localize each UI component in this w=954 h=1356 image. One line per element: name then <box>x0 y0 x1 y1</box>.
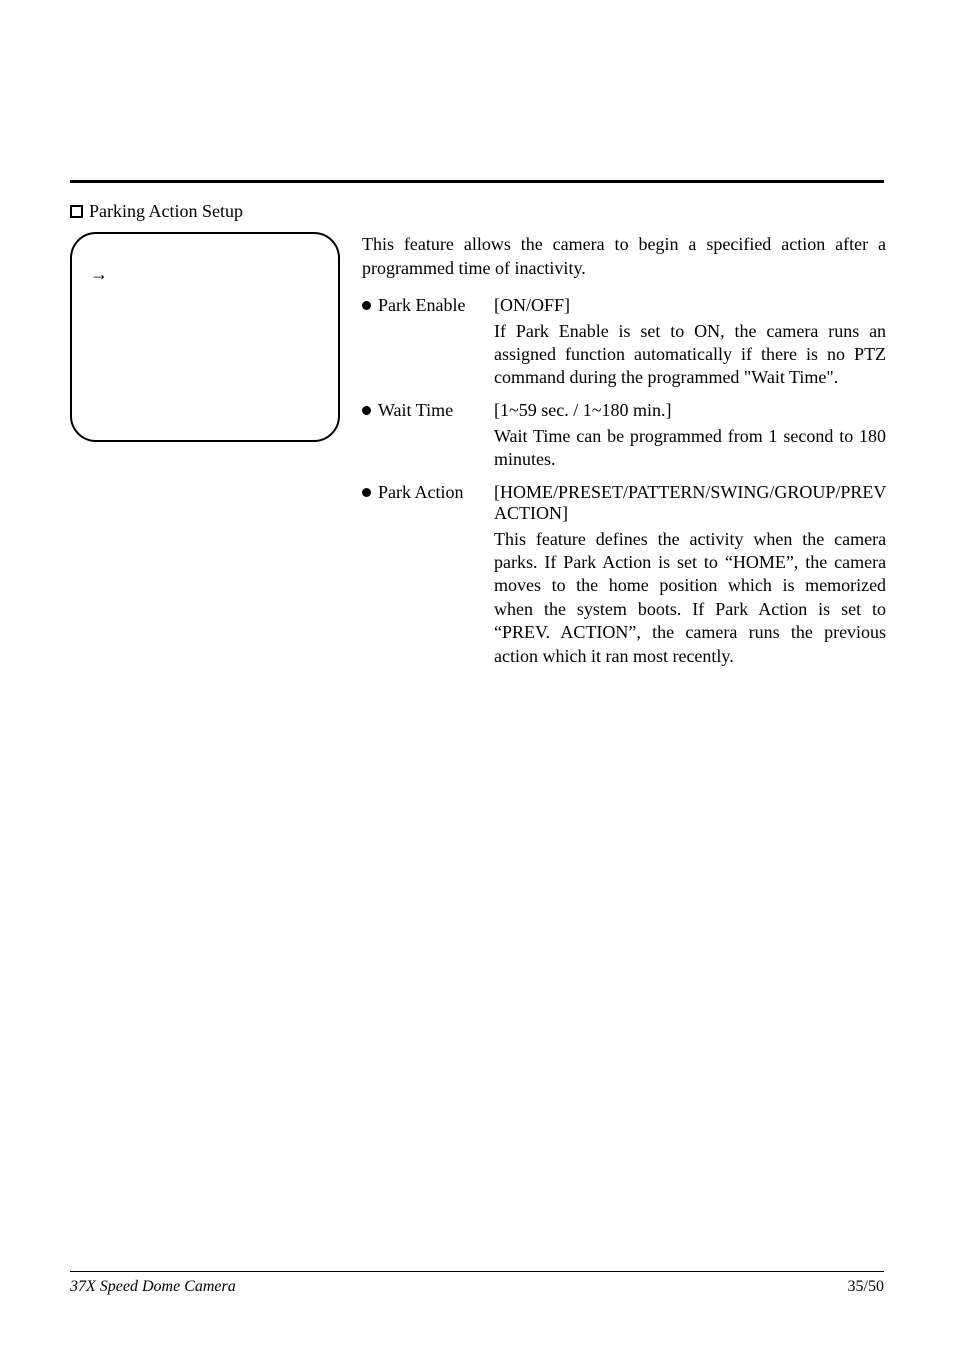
bullet-icon <box>362 406 371 415</box>
item-label-text: Park Action <box>378 482 464 503</box>
item-body: [ON/OFF] If Park Enable is set to ON, th… <box>494 295 886 390</box>
top-divider <box>70 180 884 183</box>
item-value: [HOME/PRESET/PATTERN/SWING/GROUP/PREV AC… <box>494 482 886 524</box>
footer: 37X Speed Dome Camera 35/50 <box>70 1271 884 1296</box>
side-box: → <box>70 232 340 442</box>
item-desc: This feature defines the activity when t… <box>494 528 886 668</box>
item-label: Wait Time <box>362 400 494 421</box>
item-value: [ON/OFF] <box>494 295 886 316</box>
item-park-action: Park Action [HOME/PRESET/PATTERN/SWING/G… <box>362 482 886 668</box>
item-park-enable: Park Enable [ON/OFF] If Park Enable is s… <box>362 295 886 390</box>
item-desc: If Park Enable is set to ON, the camera … <box>494 320 886 390</box>
page: Parking Action Setup → This feature allo… <box>0 0 954 1356</box>
item-desc: Wait Time can be programmed from 1 secon… <box>494 425 886 472</box>
item-label-text: Park Enable <box>378 295 465 316</box>
footer-left: 37X Speed Dome Camera <box>70 1278 236 1296</box>
bullet-icon <box>362 301 371 310</box>
item-wait-time: Wait Time [1~59 sec. / 1~180 min.] Wait … <box>362 400 886 472</box>
content-row: → This feature allows the camera to begi… <box>70 232 884 678</box>
item-label-text: Wait Time <box>378 400 453 421</box>
item-body: [HOME/PRESET/PATTERN/SWING/GROUP/PREV AC… <box>494 482 886 668</box>
section-heading-text: Parking Action Setup <box>89 201 243 221</box>
arrow-icon: → <box>90 264 108 284</box>
footer-right: 35/50 <box>848 1278 884 1296</box>
section-heading: Parking Action Setup <box>70 201 884 222</box>
item-body: [1~59 sec. / 1~180 min.] Wait Time can b… <box>494 400 886 472</box>
item-value: [1~59 sec. / 1~180 min.] <box>494 400 886 421</box>
checkbox-icon <box>70 205 83 218</box>
bullet-icon <box>362 488 371 497</box>
intro-text: This feature allows the camera to begin … <box>362 232 886 281</box>
footer-row: 37X Speed Dome Camera 35/50 <box>70 1278 884 1296</box>
main-column: This feature allows the camera to begin … <box>362 232 886 678</box>
item-label: Park Action <box>362 482 494 503</box>
item-label: Park Enable <box>362 295 494 316</box>
footer-divider <box>70 1271 884 1272</box>
